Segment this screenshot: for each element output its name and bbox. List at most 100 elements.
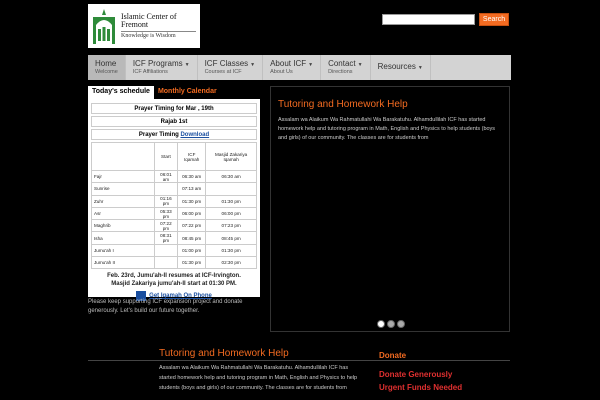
nav-label: ICF Classes (204, 58, 249, 68)
bottom-article-title[interactable]: Tutoring and Homework Help (159, 348, 289, 359)
table-row: Isha 08:31 pm 08:45 pm 08:45 pm (91, 231, 257, 245)
prayer-timing-row: Prayer Timing Download (91, 129, 257, 140)
download-link[interactable]: Download (180, 132, 209, 138)
prayer-table: Start ICF Iqamah Masjid Zakariya Iqamah … (91, 142, 257, 270)
mz-iqamah: 01:30 pm (205, 194, 257, 208)
nav-item-home[interactable]: Home Welcome (88, 55, 126, 80)
logo-tagline: Knowledge is Wisdom (121, 30, 196, 39)
icf-iqamah: 01:30 pm (177, 194, 207, 208)
start-time (153, 182, 179, 196)
table-row: Sunrise 07:13 am (91, 182, 257, 196)
nav-label: Contact (328, 58, 356, 68)
nav-sub: Courses at ICF (204, 68, 242, 75)
schedule-note: Feb. 23rd, Jumu'ah-II resumes at ICF-Irv… (91, 273, 257, 288)
slider-dots (377, 320, 405, 328)
table-row: Fajr 06:01 am 06:30 am 06:30 am (91, 169, 257, 184)
mz-iqamah (205, 182, 257, 196)
nav-label: Home (95, 58, 117, 68)
mz-iqamah: 02:30 pm (205, 256, 257, 270)
prayer-name: Isha (91, 231, 155, 245)
nav-item-icf-programs[interactable]: ICF Programs ▼ ICF Affiliations (126, 55, 198, 80)
mosque-logo-icon (92, 7, 116, 45)
nav-label: Resources (377, 62, 416, 72)
schedule-heading: Prayer Timing for Mar , 19th (91, 103, 257, 114)
hijri-date: Rajab 1st (91, 116, 257, 127)
nav-sub: Welcome (95, 68, 118, 75)
icf-iqamah: 06:00 pm (177, 206, 207, 221)
table-row: Maghrib 07:22 pm 07:22 pm 07:23 pm (91, 219, 257, 233)
donate-heading: Donate (379, 351, 407, 360)
column-header (91, 142, 155, 171)
icf-iqamah: 01:00 pm (177, 243, 207, 258)
slide-body: Assalam wa Alaikum Wa Rahmatullahi Wa Ba… (278, 117, 496, 141)
table-row: Jumu'ah II 01:30 pm 02:30 pm (91, 256, 257, 270)
prayer-name: Jumu'ah II (91, 256, 155, 270)
search-button[interactable]: Search (479, 13, 509, 26)
column-header: ICF Iqamah (177, 142, 207, 171)
mz-iqamah: 06:00 pm (205, 206, 257, 221)
slider-dot[interactable] (387, 320, 395, 328)
column-header: Masjid Zakariya Iqamah (205, 142, 257, 171)
nav-label: ICF Programs (132, 58, 183, 68)
support-note: Please keep supporting ICF expansion pro… (88, 299, 243, 315)
chevron-down-icon: ▼ (417, 65, 423, 72)
tab-todays-schedule[interactable]: Today's schedule (88, 86, 154, 99)
start-time: 01:16 pm (153, 194, 179, 208)
prayer-name: Asr (91, 206, 155, 221)
icf-iqamah: 07:13 am (177, 182, 207, 196)
prayer-timing-label: Prayer Timing (138, 132, 179, 138)
start-time: 08:31 pm (153, 231, 179, 245)
nav-label: About ICF (270, 58, 307, 68)
schedule-tabs: Today's schedule Monthly Calendar (88, 86, 221, 99)
slider-dot[interactable] (397, 320, 405, 328)
featured-slider: Tutoring and Homework Help Assalam wa Al… (270, 86, 510, 332)
nav-item-resources[interactable]: Resources ▼ (371, 55, 431, 80)
main-nav: Home Welcome ICF Programs ▼ ICF Affiliati… (88, 55, 511, 80)
nav-item-contact[interactable]: Contact ▼ Directions (321, 55, 371, 80)
mz-iqamah: 01:30 pm (205, 243, 257, 258)
table-row: Jumu'ah I 01:00 pm 01:30 pm (91, 243, 257, 258)
table-row: Asr 05:33 pm 06:00 pm 06:00 pm (91, 206, 257, 221)
nav-sub: About Us (270, 68, 293, 75)
nav-sub: ICF Affiliations (132, 68, 168, 75)
start-time (153, 256, 179, 270)
icf-iqamah: 07:22 pm (177, 219, 207, 233)
nav-item-icf-classes[interactable]: ICF Classes ▼ Courses at ICF (198, 55, 264, 80)
table-header-row: Start ICF Iqamah Masjid Zakariya Iqamah (91, 142, 257, 171)
column-header: Start (153, 142, 179, 171)
icf-iqamah: 08:45 pm (177, 231, 207, 245)
prayer-name: Fajr (91, 169, 155, 184)
search-input[interactable] (382, 14, 475, 25)
slide-title[interactable]: Tutoring and Homework Help (278, 99, 408, 110)
prayer-name: Zuhr (91, 194, 155, 208)
chevron-down-icon: ▼ (250, 61, 256, 68)
mz-iqamah: 07:23 pm (205, 219, 257, 233)
start-time: 07:22 pm (153, 219, 179, 233)
note-line-2: Masjid Zakariya jumu'ah-II start at 01:3… (111, 280, 237, 287)
icf-iqamah: 01:30 pm (177, 256, 207, 270)
site-logo[interactable]: Islamic Center of Fremont Knowledge is W… (88, 4, 200, 48)
icf-iqamah: 06:30 am (177, 169, 207, 184)
note-line-1: Feb. 23rd, Jumu'ah-II resumes at ICF-Irv… (107, 273, 241, 280)
donate-generously-link[interactable]: Donate Generously (379, 370, 452, 379)
bottom-article-text: Assalam wa Alaikum Wa Rahmatullahi Wa Ba… (159, 365, 358, 391)
nav-item-about-icf[interactable]: About ICF ▼ About Us (263, 55, 322, 80)
urgent-funds-link[interactable]: Urgent Funds Needed (379, 383, 462, 392)
tab-monthly-calendar[interactable]: Monthly Calendar (153, 86, 221, 99)
start-time: 06:01 am (153, 169, 179, 184)
chevron-down-icon: ▼ (308, 61, 314, 68)
slider-dot[interactable] (377, 320, 385, 328)
chevron-down-icon: ▼ (184, 61, 190, 68)
mz-iqamah: 08:45 pm (205, 231, 257, 245)
prayer-name: Sunrise (91, 182, 155, 196)
nav-sub: Directions (328, 68, 353, 75)
prayer-name: Jumu'ah I (91, 243, 155, 258)
prayer-schedule-panel: Prayer Timing for Mar , 19th Rajab 1st P… (88, 99, 260, 302)
divider (88, 360, 510, 361)
logo-name: Islamic Center of Fremont (121, 11, 177, 30)
table-row: Zuhr 01:16 pm 01:30 pm 01:30 pm (91, 194, 257, 208)
prayer-name: Maghrib (91, 219, 155, 233)
start-time (153, 243, 179, 258)
chevron-down-icon: ▼ (357, 61, 363, 68)
mz-iqamah: 06:30 am (205, 169, 257, 184)
